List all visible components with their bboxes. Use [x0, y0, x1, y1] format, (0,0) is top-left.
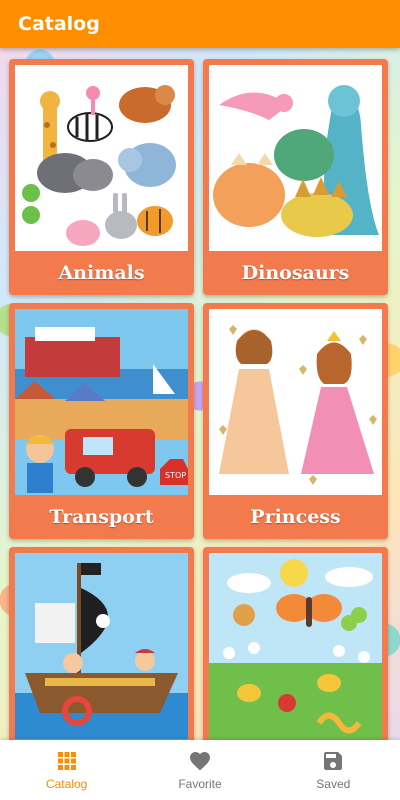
dinosaurs-illustration — [209, 65, 382, 251]
grid-icon — [57, 752, 76, 770]
heart-icon — [189, 752, 210, 771]
pirates-illustration — [15, 553, 188, 739]
catalog-card-transport[interactable]: STOP Transport — [9, 303, 194, 539]
catalog-card-animals[interactable]: Animals — [9, 59, 194, 295]
catalog-card-label: Animals — [58, 262, 145, 284]
nav-saved[interactable]: Saved — [267, 740, 400, 800]
page-title: Catalog — [18, 13, 100, 35]
transport-illustration: STOP — [15, 309, 188, 495]
save-icon — [324, 752, 343, 770]
nav-favorite-label: Favorite — [178, 777, 222, 791]
nav-saved-label: Saved — [316, 777, 351, 791]
catalog-card-princess[interactable]: Princess — [203, 303, 388, 539]
catalog-card-label: Dinosaurs — [241, 262, 350, 284]
catalog-card-insects[interactable] — [203, 547, 388, 740]
animals-illustration — [15, 65, 188, 251]
svg-text:STOP: STOP — [165, 471, 186, 480]
nav-catalog-label: Catalog — [45, 777, 88, 791]
catalog-card-label: Princess — [250, 506, 341, 528]
nav-favorite[interactable]: Favorite — [133, 740, 266, 800]
princess-illustration — [209, 309, 382, 495]
catalog-card-label: Transport — [49, 506, 154, 528]
nav-catalog[interactable]: Catalog — [0, 740, 133, 800]
bottom-navigation: Catalog Favorite Saved — [0, 740, 400, 800]
catalog-grid: Animals Dinosaurs STOP Transport Princes… — [0, 48, 400, 740]
catalog-card-pirates[interactable] — [9, 547, 194, 740]
app-bar: Catalog — [0, 0, 400, 48]
catalog-card-dinosaurs[interactable]: Dinosaurs — [203, 59, 388, 295]
insects-illustration — [209, 553, 382, 739]
